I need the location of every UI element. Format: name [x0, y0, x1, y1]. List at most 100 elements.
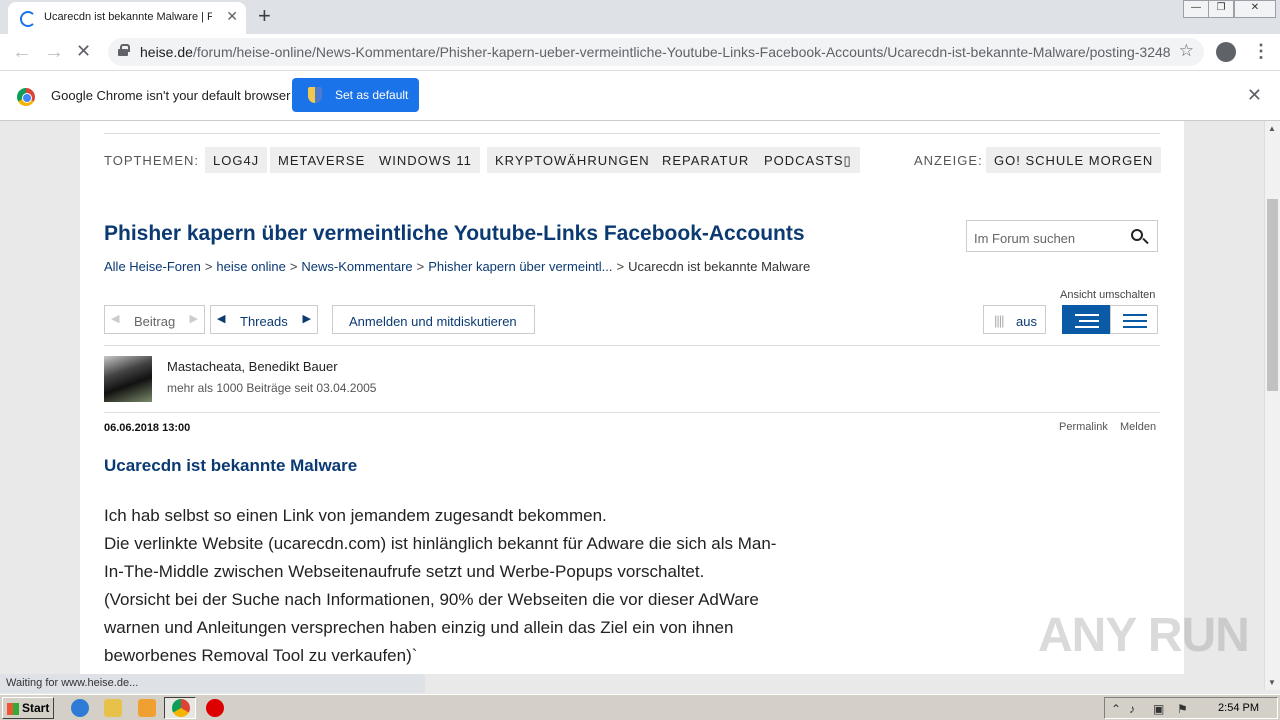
account-icon[interactable] [1216, 42, 1236, 62]
network-icon[interactable]: ▣ [1153, 702, 1164, 716]
topthema-chip[interactable]: LOG4J [205, 147, 268, 173]
start-button[interactable]: Start [2, 697, 54, 719]
scroll-up-icon[interactable]: ▲ [1268, 124, 1276, 133]
back-icon[interactable]: ← [12, 41, 32, 64]
folder-icon[interactable] [104, 699, 122, 717]
post-body-line: warnen und Anleitungen versprechen haben… [104, 618, 734, 637]
next-beitrag-icon[interactable]: ▶ [190, 312, 198, 325]
forward-icon[interactable]: → [44, 41, 64, 64]
forum-search-input[interactable]: Im Forum suchen [966, 220, 1158, 252]
post-body-line: beworbenes Removal Tool zu verkaufen)` [104, 646, 418, 665]
bookmark-star-icon[interactable]: ☆ [1179, 41, 1194, 61]
clock[interactable]: 2:54 PM [1218, 702, 1259, 714]
previous-beitrag-icon[interactable]: ◀ [111, 312, 119, 325]
chrome-icon [172, 699, 190, 717]
minimize-icon[interactable]: — [1183, 0, 1209, 18]
windows-flag-icon [7, 703, 19, 715]
aus-label: aus [1016, 314, 1037, 329]
breadcrumb: Alle Heise-Foren > heise online > News-Komme… [104, 259, 811, 274]
browser-tab[interactable]: Ucarecdn ist bekannte Malware | Forum ✕ [8, 2, 246, 34]
action-center-flag-icon[interactable]: ⚑ [1177, 702, 1188, 716]
close-tab-icon[interactable]: ✕ [226, 8, 238, 25]
address-bar[interactable]: heise.de/forum/heise-online/News-Komment… [108, 38, 1204, 66]
tray-expand-icon[interactable]: ⌃ [1111, 702, 1121, 716]
internet-explorer-icon[interactable] [71, 699, 89, 717]
tab-strip: Ucarecdn ist bekannte Malware | Forum ✕ … [0, 0, 1280, 34]
close-infobar-icon[interactable]: ✕ [1247, 85, 1262, 106]
permalink-link[interactable]: Permalink [1059, 421, 1108, 433]
chrome-taskbar-button[interactable] [164, 697, 196, 719]
topthema-chip[interactable]: REPARATUR [654, 147, 758, 173]
post-body-line: Die verlinkte Website (ucarecdn.com) ist… [104, 534, 777, 553]
anzeige-label: ANZEIGE: [914, 153, 983, 168]
threaded-view-icon [1075, 314, 1099, 332]
stop-loading-icon[interactable]: ✕ [76, 41, 91, 62]
beitrag-nav: ◀ Beitrag ▶ [104, 305, 205, 334]
new-tab-icon[interactable]: + [258, 3, 271, 29]
post-author-meta: mehr als 1000 Beiträge seit 03.04.2005 [167, 381, 377, 395]
page-scrollbar[interactable]: ▲ ▼ [1264, 121, 1280, 690]
aus-toggle[interactable]: |||| aus [983, 305, 1046, 334]
topthema-chip[interactable]: METAVERSE [270, 147, 374, 173]
url-path: /forum/heise-online/News-Kommentare/Phis… [192, 44, 1170, 60]
topthema-chip[interactable]: KRYPTOWÄHRUNGEN [487, 147, 658, 173]
post-title: Ucarecdn ist bekannte Malware [104, 456, 358, 475]
browser-toolbar: ← → ✕ heise.de/forum/heise-online/News-K… [0, 34, 1280, 71]
post-body: Ich hab selbst so einen Link von jemande… [104, 502, 824, 670]
url-domain: heise.de [140, 44, 193, 60]
breadcrumb-current: Ucarecdn ist bekannte Malware [628, 259, 811, 274]
default-browser-infobar: Google Chrome isn't your default browser… [0, 71, 1280, 121]
lock-icon [118, 44, 130, 56]
threaded-view-button[interactable] [1062, 305, 1110, 334]
status-bar: Waiting for www.heise.de... [0, 674, 425, 693]
chrome-logo-icon [17, 88, 35, 106]
topthemen-label: TOPTHEMEN: [104, 153, 199, 168]
anzeige-chip[interactable]: GO! SCHULE MORGEN [986, 147, 1162, 173]
page-title[interactable]: Phisher kapern über vermeintliche Youtub… [104, 222, 805, 246]
scroll-down-icon[interactable]: ▼ [1268, 678, 1276, 687]
set-as-default-button[interactable]: Set as default [292, 78, 419, 112]
beitrag-label: Beitrag [134, 314, 176, 329]
topthema-chip[interactable]: PODCASTS▯ [756, 147, 860, 173]
media-player-icon[interactable] [138, 699, 156, 717]
threads-label: Threads [240, 314, 288, 329]
flat-view-button[interactable] [1110, 305, 1158, 334]
url-text[interactable]: heise.de/forum/heise-online/News-Komment… [140, 44, 1170, 60]
divider [104, 412, 1160, 413]
breadcrumb-link[interactable]: News-Kommentare [301, 259, 412, 274]
post-date: 06.06.2018 13:00 [104, 422, 191, 434]
uac-shield-icon [308, 87, 322, 103]
start-label: Start [22, 701, 50, 715]
anmelden-button[interactable]: Anmelden und mitdiskutieren [332, 305, 535, 334]
topthema-chip[interactable]: WINDOWS 11 [371, 147, 480, 173]
loading-spinner-icon [20, 11, 36, 27]
anyrun-watermark: ANY RUN [1038, 609, 1250, 662]
taskbar: Start ⌃ ♪ ▣ ⚑ 2:54 PM [0, 694, 1280, 720]
breadcrumb-link[interactable]: Phisher kapern über vermeintl... [428, 259, 612, 274]
search-icon[interactable] [1131, 229, 1143, 241]
system-tray: ⌃ ♪ ▣ ⚑ 2:54 PM [1104, 697, 1278, 719]
next-thread-icon[interactable]: ▶ [303, 312, 311, 325]
restore-icon[interactable]: ❐ [1208, 0, 1234, 18]
volume-icon[interactable]: ♪ [1129, 702, 1135, 716]
ansicht-umschalten-label: Ansicht umschalten [1060, 289, 1156, 301]
post-body-line: In-The-Middle zwischen Webseitenaufrufe … [104, 562, 705, 581]
scrollbar-thumb[interactable] [1267, 199, 1278, 391]
avatar[interactable] [104, 356, 152, 402]
set-as-default-label: Set as default [335, 88, 409, 102]
threads-nav: ◀ Threads ▶ [210, 305, 318, 334]
infobar-message: Google Chrome isn't your default browser [51, 88, 291, 103]
post-body-line: (Vorsicht bei der Suche nach Information… [104, 590, 759, 609]
previous-thread-icon[interactable]: ◀ [217, 312, 225, 325]
flat-view-icon [1123, 314, 1147, 332]
topthemen-bar: TOPTHEMEN: LOG4J METAVERSE WINDOWS 11 KR… [104, 147, 1162, 173]
breadcrumb-link[interactable]: Alle Heise-Foren [104, 259, 201, 274]
melden-link[interactable]: Melden [1120, 421, 1156, 433]
page-content: TOPTHEMEN: LOG4J METAVERSE WINDOWS 11 KR… [80, 121, 1184, 674]
stop-sign-icon[interactable] [206, 699, 224, 717]
post-author[interactable]: Mastacheata, Benedikt Bauer [167, 359, 338, 374]
breadcrumb-link[interactable]: heise online [216, 259, 285, 274]
chrome-menu-icon[interactable]: ⋮ [1252, 41, 1270, 62]
anmelden-label: Anmelden und mitdiskutieren [349, 314, 517, 329]
close-window-icon[interactable]: ✕ [1234, 0, 1276, 18]
